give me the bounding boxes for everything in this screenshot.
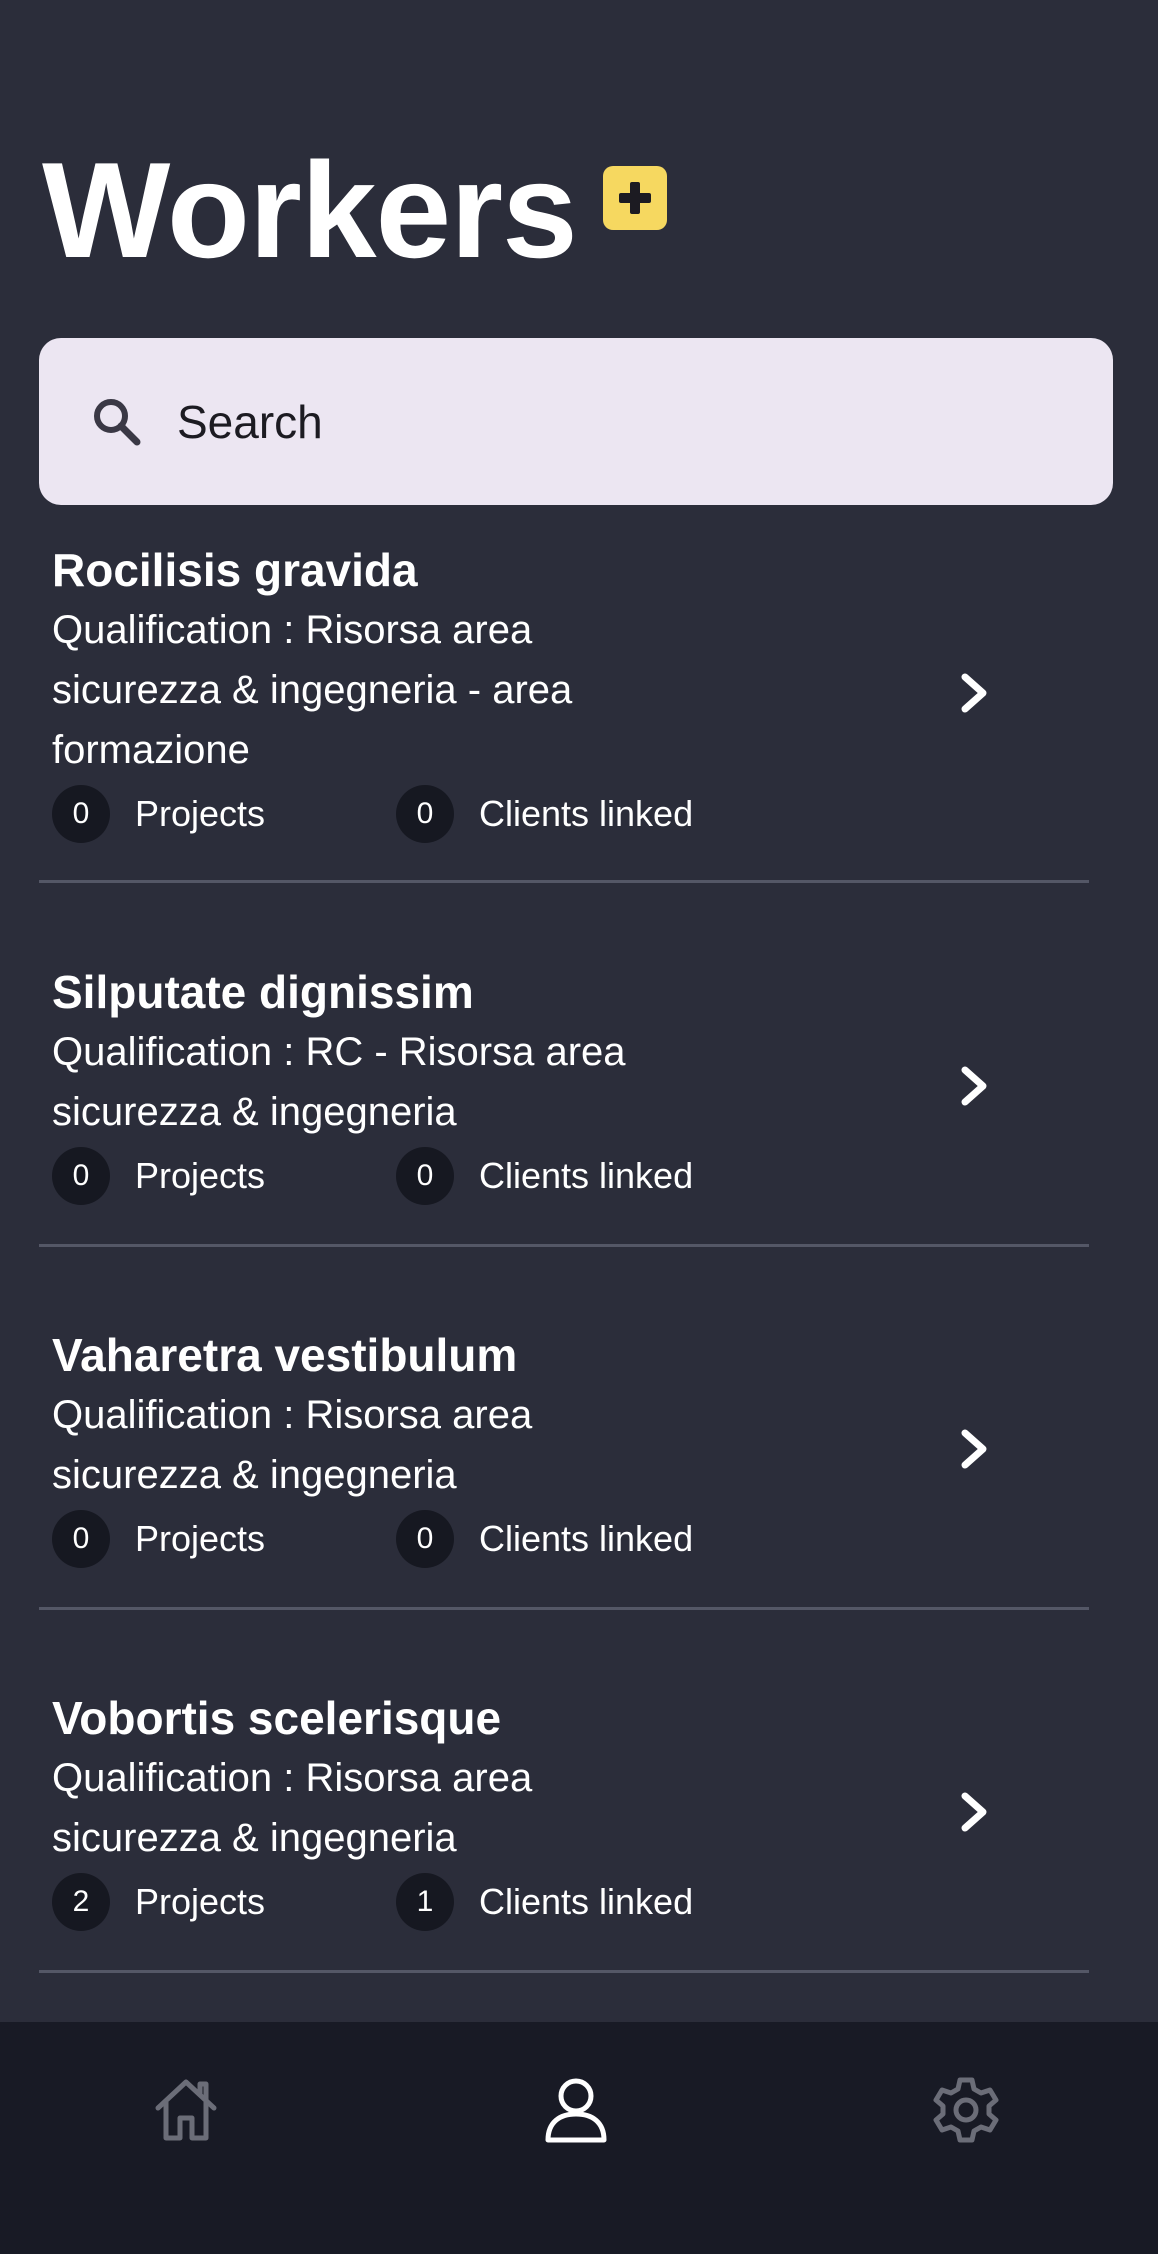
- worker-qualification: Qualification : RC - Risorsa area sicure…: [52, 1030, 626, 1134]
- worker-qualification: Qualification : Risorsa area sicurezza &…: [52, 608, 573, 772]
- search-bar[interactable]: [39, 338, 1113, 505]
- clients-label: Clients linked: [479, 1155, 694, 1196]
- clients-count-badge: 0: [396, 1147, 454, 1205]
- clients-label: Clients linked: [479, 793, 694, 834]
- worker-name: Vobortis scelerisque: [52, 1692, 502, 1744]
- worker-list-item[interactable]: Rocilisis gravida Qualification : Risors…: [39, 540, 1089, 883]
- clients-count-badge: 0: [396, 1510, 454, 1568]
- worker-name: Silputate dignissim: [52, 966, 474, 1018]
- worker-name: Rocilisis gravida: [52, 544, 418, 596]
- projects-count-badge: 0: [52, 785, 110, 843]
- nav-settings[interactable]: [926, 2070, 1006, 2150]
- clients-count-badge: 0: [396, 785, 454, 843]
- worker-name: Vaharetra vestibulum: [52, 1329, 518, 1381]
- search-icon: [87, 392, 147, 452]
- worker-qualification: Qualification : Risorsa area sicurezza &…: [52, 1393, 533, 1497]
- worker-list-item[interactable]: Vobortis scelerisque Qualification : Ris…: [39, 1688, 1089, 1973]
- worker-qualification: Qualification : Risorsa area sicurezza &…: [52, 1756, 533, 1860]
- page-title: Workers: [42, 134, 578, 286]
- projects-label: Projects: [135, 793, 266, 834]
- user-icon: [545, 2078, 607, 2143]
- home-icon: [155, 2079, 217, 2141]
- chevron-right-icon[interactable]: [949, 1056, 999, 1116]
- page-header: Workers: [42, 140, 667, 280]
- chevron-right-icon[interactable]: [949, 1782, 999, 1842]
- add-worker-button[interactable]: [602, 166, 667, 230]
- plus-icon: [618, 182, 651, 214]
- clients-label: Clients linked: [479, 1518, 694, 1559]
- projects-count-badge: 0: [52, 1147, 110, 1205]
- clients-count-badge: 1: [396, 1873, 454, 1931]
- projects-label: Projects: [135, 1155, 266, 1196]
- chevron-right-icon[interactable]: [949, 1419, 999, 1479]
- worker-list-item[interactable]: Vaharetra vestibulum Qualification : Ris…: [39, 1325, 1089, 1610]
- worker-stats: 2 Projects 1 Clients linked: [52, 1872, 952, 1932]
- nav-home[interactable]: [146, 2070, 226, 2150]
- worker-stats: 0 Projects 0 Clients linked: [52, 1509, 952, 1569]
- bottom-navigation: [0, 2022, 1158, 2254]
- worker-stats: 0 Projects 0 Clients linked: [52, 784, 952, 844]
- gear-icon: [933, 2077, 999, 2143]
- clients-label: Clients linked: [479, 1881, 694, 1922]
- projects-count-badge: 2: [52, 1873, 110, 1931]
- chevron-right-icon[interactable]: [949, 663, 999, 723]
- worker-stats: 0 Projects 0 Clients linked: [52, 1146, 952, 1206]
- projects-count-badge: 0: [52, 1510, 110, 1568]
- worker-list-item[interactable]: Silputate dignissim Qualification : RC -…: [39, 962, 1089, 1247]
- projects-label: Projects: [135, 1518, 266, 1559]
- nav-workers[interactable]: [536, 2070, 616, 2150]
- search-input[interactable]: [175, 393, 1039, 450]
- projects-label: Projects: [135, 1881, 266, 1922]
